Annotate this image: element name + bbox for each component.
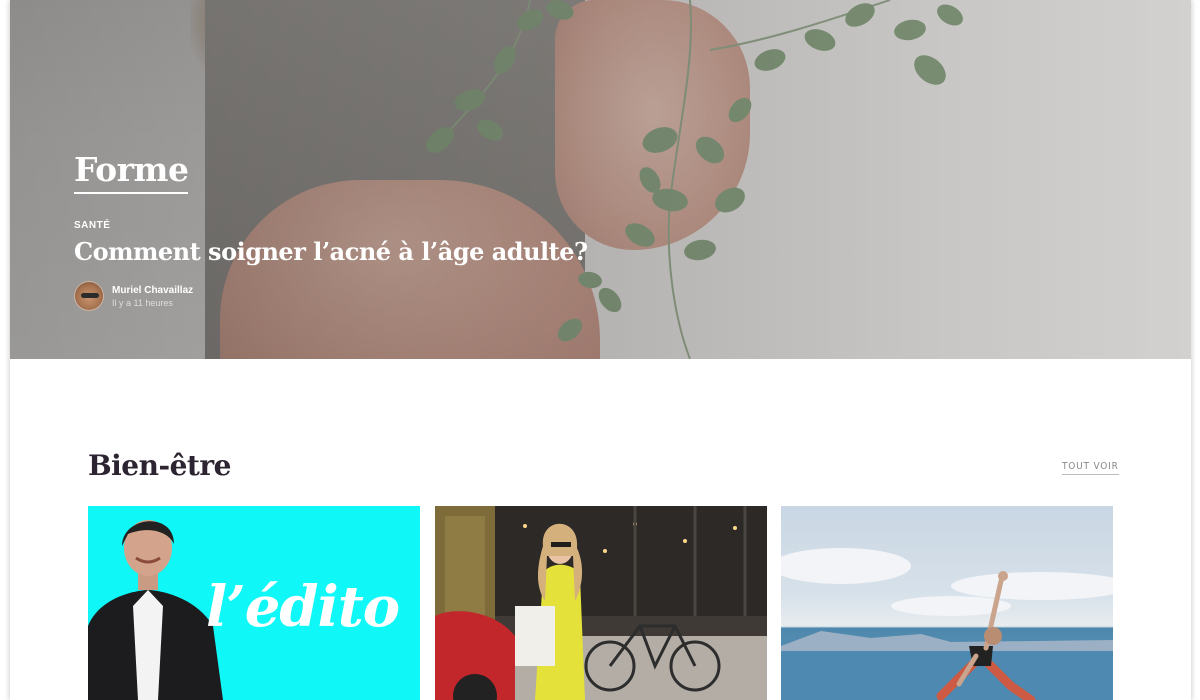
article-headline[interactable]: Comment soigner l’acné à l’âge adulte? <box>74 237 588 267</box>
article-card-street[interactable] <box>435 506 767 700</box>
publish-time: Il y a 11 heures <box>112 297 173 308</box>
article-cards: l’édito <box>88 506 1114 700</box>
see-all-link[interactable]: TOUT VOIR <box>1062 461 1119 475</box>
hero-banner[interactable]: Forme Santé Comment soigner l’acné à l’â… <box>10 0 1191 359</box>
article-card-yoga[interactable] <box>781 506 1113 700</box>
page: Forme Santé Comment soigner l’acné à l’â… <box>10 0 1191 700</box>
article-tag[interactable]: Santé <box>74 220 588 231</box>
hero-content: Forme Santé Comment soigner l’acné à l’â… <box>74 150 588 311</box>
yoga-photo <box>781 548 1113 700</box>
edito-overlay-text: l’édito <box>206 574 400 640</box>
author-avatar[interactable] <box>74 281 104 311</box>
article-card-edito[interactable]: l’édito <box>88 506 420 700</box>
author-block: Muriel Chavaillaz Il y a 11 heures <box>74 281 588 311</box>
section-title: Bien-être <box>88 449 231 482</box>
street-photo <box>435 506 767 700</box>
category-title[interactable]: Forme <box>74 150 189 194</box>
author-name[interactable]: Muriel Chavaillaz <box>112 285 193 296</box>
